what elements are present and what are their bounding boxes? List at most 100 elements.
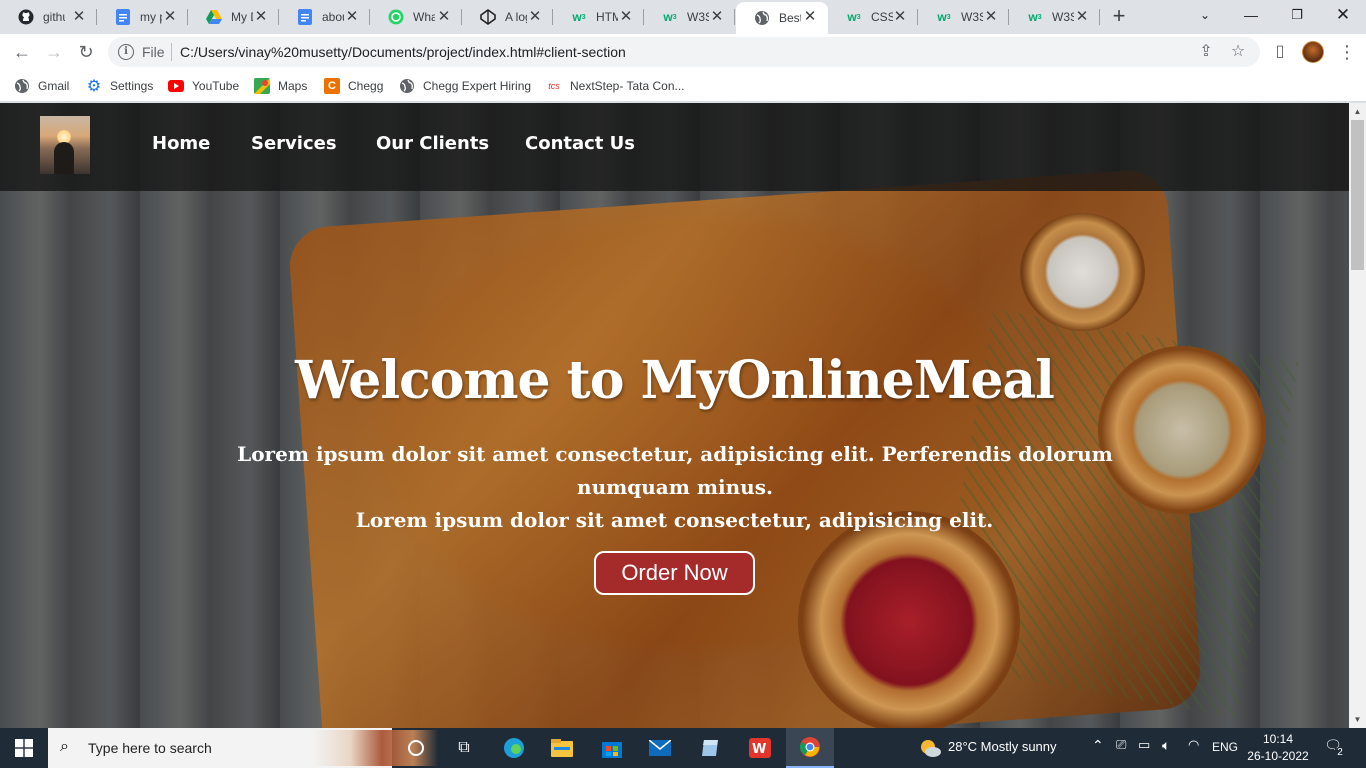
tab-w3schools-2[interactable]: w3 W3S ✕ <box>918 0 1009 34</box>
page-viewport: Home Services Our Clients Contact Us Wel… <box>0 103 1349 728</box>
close-tab-icon[interactable]: ✕ <box>436 9 452 25</box>
hero-background-image <box>0 103 1349 728</box>
docs-icon <box>297 9 313 25</box>
codepen-icon <box>480 9 496 25</box>
bookmark-gmail[interactable]: Gmail <box>14 77 69 95</box>
scroll-up-arrow-icon[interactable]: ▲ <box>1349 103 1366 120</box>
profile-avatar[interactable] <box>1302 41 1324 63</box>
back-button[interactable]: ← <box>8 38 36 66</box>
tab-whatsapp[interactable]: What ✕ <box>370 0 462 34</box>
page-scrollbar[interactable]: ▲ ▼ <box>1349 103 1366 728</box>
volume-icon[interactable]: 🔈︎ <box>1162 737 1170 754</box>
windows-taskbar: ⌕ Type here to search ⧉ W 28°C Mostly su… <box>0 728 1366 768</box>
hero-overlay <box>0 103 1349 728</box>
nav-services[interactable]: Services <box>251 133 337 154</box>
nav-home[interactable]: Home <box>152 133 210 154</box>
chegg-icon: C <box>324 78 340 94</box>
bookmark-label: Chegg <box>348 79 384 93</box>
bookmark-maps[interactable]: Maps <box>254 77 307 95</box>
bookmark-label: Chegg Expert Hiring <box>423 79 532 93</box>
clock-date[interactable]: 26-10-2022 <box>1246 749 1310 763</box>
site-info-icon[interactable]: i <box>118 44 134 60</box>
notification-count: 2 <box>1334 747 1346 759</box>
menu-kebab-icon[interactable]: ⋮ <box>1338 40 1356 64</box>
show-hidden-icons-chevron-icon[interactable]: ⌃ <box>1092 737 1104 754</box>
tab-title: What <box>413 10 435 24</box>
close-tab-icon[interactable]: ✕ <box>983 9 999 25</box>
close-tab-icon[interactable]: ✕ <box>1074 9 1090 25</box>
mail-icon[interactable] <box>636 728 684 768</box>
tab-search-chevron-icon[interactable]: ⌄ <box>1182 0 1228 32</box>
side-panel-icon[interactable]: ▯ <box>1270 42 1290 62</box>
minimize-button[interactable]: — <box>1228 0 1274 32</box>
order-now-button[interactable]: Order Now <box>594 551 755 595</box>
tab-a-log[interactable]: A log ✕ <box>462 0 553 34</box>
tab-separator <box>1099 9 1100 25</box>
tab-css[interactable]: w3 CSS ✕ <box>828 0 918 34</box>
site-logo[interactable] <box>40 116 90 174</box>
tab-w3schools[interactable]: w3 W3S ✕ <box>644 0 735 34</box>
notification-center-icon[interactable]: 🗨︎ 2 <box>1322 737 1346 759</box>
tab-w3schools-3[interactable]: w3 W3S ✕ <box>1009 0 1100 34</box>
weather-icon[interactable] <box>918 737 942 762</box>
microsoft-store-icon[interactable] <box>588 728 636 768</box>
meet-now-icon[interactable]: ⎚ <box>1116 737 1126 753</box>
bookmark-chegg-expert-hiring[interactable]: Chegg Expert Hiring <box>399 77 531 95</box>
close-window-button[interactable]: ✕ <box>1320 0 1366 32</box>
close-tab-icon[interactable]: ✕ <box>892 9 908 25</box>
bookmark-star-icon[interactable]: ☆ <box>1228 42 1248 62</box>
edge-icon[interactable] <box>490 728 538 768</box>
forward-button[interactable]: → <box>40 38 68 66</box>
start-button[interactable] <box>0 728 48 768</box>
taskbar-search[interactable]: ⌕ Type here to search <box>48 728 438 768</box>
wps-office-icon[interactable]: W <box>736 728 784 768</box>
close-tab-icon[interactable]: ✕ <box>344 9 360 25</box>
scroll-down-arrow-icon[interactable]: ▼ <box>1349 711 1366 728</box>
share-icon[interactable]: ⇪ <box>1196 42 1216 62</box>
gear-icon: ⚙ <box>86 78 102 95</box>
bookmark-chegg[interactable]: C Chegg <box>324 77 383 95</box>
battery-icon[interactable]: ▭ <box>1138 737 1150 753</box>
bookmark-nextstep-tcs[interactable]: tcs NextStep- Tata Con... <box>546 77 684 95</box>
notes-app-icon[interactable] <box>686 728 734 768</box>
language-indicator[interactable]: ENG <box>1212 740 1238 754</box>
restore-button[interactable]: ❐ <box>1274 0 1320 32</box>
bookmark-settings[interactable]: ⚙ Settings <box>86 77 154 95</box>
chrome-taskbar-icon[interactable] <box>786 728 834 768</box>
github-icon <box>18 9 34 25</box>
bookmark-label: Settings <box>110 79 154 93</box>
bookmark-youtube[interactable]: YouTube <box>168 77 239 95</box>
nav-our-clients[interactable]: Our Clients <box>376 133 489 154</box>
scroll-thumb[interactable] <box>1351 120 1364 270</box>
tab-title: abou <box>322 10 344 24</box>
w3schools-icon: w3 <box>663 10 677 24</box>
drive-icon <box>206 9 222 25</box>
cortana-icon[interactable] <box>392 728 440 768</box>
task-view-icon[interactable]: ⧉ <box>440 728 488 768</box>
tab-my-p[interactable]: my p ✕ <box>97 0 188 34</box>
tab-github[interactable]: github ✕ <box>0 0 97 34</box>
address-divider <box>171 43 172 61</box>
close-tab-icon[interactable]: ✕ <box>618 9 634 25</box>
close-tab-icon[interactable]: ✕ <box>162 9 178 25</box>
weather-text[interactable]: 28°C Mostly sunny <box>948 739 1057 754</box>
close-tab-icon[interactable]: ✕ <box>802 9 818 25</box>
close-tab-icon[interactable]: ✕ <box>527 9 543 25</box>
file-explorer-icon[interactable] <box>538 728 586 768</box>
url-text[interactable]: C:/Users/vinay%20musetty/Documents/proje… <box>180 44 626 60</box>
close-tab-icon[interactable]: ✕ <box>253 9 269 25</box>
close-tab-icon[interactable]: ✕ <box>71 9 87 25</box>
svg-text:W: W <box>752 742 766 757</box>
clock-time[interactable]: 10:14 <box>1262 732 1294 746</box>
tab-about[interactable]: abou ✕ <box>279 0 370 34</box>
nav-contact-us[interactable]: Contact Us <box>525 133 635 154</box>
wifi-icon[interactable]: ◠ <box>1188 737 1199 753</box>
address-bar[interactable]: i File C:/Users/vinay%20musetty/Document… <box>108 37 1260 67</box>
reload-button[interactable]: ↻ <box>72 38 100 66</box>
hero-title: Welcome to MyOnlineMeal <box>295 350 1055 411</box>
tab-best-active[interactable]: Best ✕ <box>736 2 828 34</box>
tab-my-drive[interactable]: My D ✕ <box>188 0 279 34</box>
new-tab-button[interactable]: + <box>1108 5 1130 28</box>
close-tab-icon[interactable]: ✕ <box>709 9 725 25</box>
tab-html[interactable]: w3 HTM ✕ <box>553 0 644 34</box>
